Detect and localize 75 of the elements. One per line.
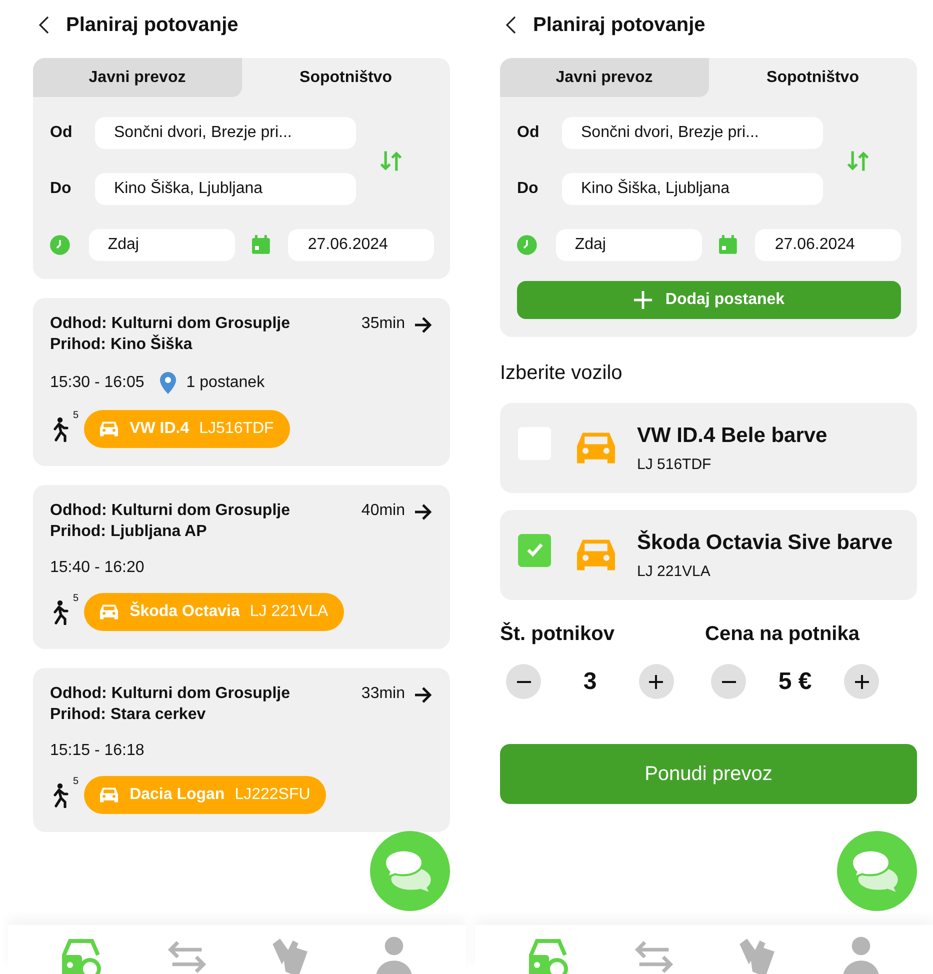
field-label: Do bbox=[50, 180, 72, 198]
stepper-label: Št. potnikov bbox=[500, 623, 616, 646]
clock-icon bbox=[517, 235, 537, 255]
input-field[interactable]: Sončni dvori, Brezje pri... bbox=[95, 117, 356, 149]
license-plate: LJ 221VLA bbox=[637, 562, 712, 580]
tab[interactable]: Javni prevoz bbox=[33, 58, 242, 97]
minus-button[interactable] bbox=[711, 664, 746, 699]
car-icon bbox=[98, 786, 120, 804]
field-label: Od bbox=[50, 124, 74, 142]
walk-count: 5 bbox=[73, 776, 79, 787]
license-plate: LJ 221VLA bbox=[250, 603, 328, 621]
arrow-right-icon[interactable] bbox=[413, 685, 433, 705]
minus-icon bbox=[516, 680, 530, 682]
vehicle-card[interactable]: VW ID.4 Bele barve LJ 516TDF bbox=[500, 403, 917, 493]
field-label: Do bbox=[517, 180, 540, 198]
calendar-icon bbox=[718, 235, 738, 255]
back-icon[interactable] bbox=[39, 16, 49, 34]
tab[interactable]: Javni prevoz bbox=[500, 58, 708, 97]
vehicle-name: Škoda Octavia Sive barve bbox=[637, 530, 893, 554]
input-field[interactable]: Kino Šiška, Ljubljana bbox=[95, 173, 356, 205]
arrival-text: Prihod: Stara cerkev bbox=[50, 706, 207, 724]
vehicle-name: VW ID.4 bbox=[130, 420, 190, 438]
stops-text: 1 postanek bbox=[186, 374, 265, 392]
plus-icon bbox=[633, 290, 654, 310]
plus-icon bbox=[648, 674, 664, 690]
date-field[interactable]: 27.06.2024 bbox=[288, 229, 434, 261]
time-field[interactable]: Zdaj bbox=[556, 229, 702, 261]
stepper-value: 5 € bbox=[778, 668, 812, 696]
walk-count: 5 bbox=[73, 593, 79, 604]
minus-icon bbox=[722, 680, 736, 682]
checkbox[interactable] bbox=[518, 534, 551, 566]
screen-title: Planiraj potovanje bbox=[533, 14, 706, 36]
field-label: Od bbox=[517, 124, 540, 142]
minus-button[interactable] bbox=[506, 664, 541, 699]
duration-text: 40min bbox=[361, 502, 405, 520]
clock-icon bbox=[50, 235, 70, 255]
vehicle-card[interactable]: Škoda Octavia Sive barve LJ 221VLA bbox=[500, 510, 917, 600]
license-plate: LJ 516TDF bbox=[637, 456, 712, 472]
vehicle-name: VW ID.4 Bele barve bbox=[637, 424, 828, 448]
date-field[interactable]: 27.06.2024 bbox=[754, 229, 901, 261]
duration-text: 35min bbox=[361, 315, 405, 333]
back-icon[interactable] bbox=[506, 16, 516, 34]
calendar-icon bbox=[250, 235, 271, 255]
arrival-text: Prihod: Ljubljana AP bbox=[50, 523, 208, 541]
car-icon bbox=[98, 420, 120, 438]
input-field[interactable]: Sončni dvori, Brezje pri... bbox=[562, 117, 823, 149]
section-heading: Izberite vozilo bbox=[500, 362, 624, 385]
vehicle-name: Škoda Octavia bbox=[130, 603, 240, 621]
input-field[interactable]: Kino Šiška, Ljubljana bbox=[562, 173, 823, 205]
time-range: 15:40 - 16:20 bbox=[50, 559, 144, 577]
license-plate: LJ222SFU bbox=[234, 786, 310, 804]
plus-button[interactable] bbox=[638, 664, 674, 699]
departure-text: Odhod: Kulturni dom Grosuplje bbox=[50, 315, 291, 333]
arrow-right-icon[interactable] bbox=[413, 502, 433, 522]
arrival-text: Prihod: Kino Šiška bbox=[50, 336, 194, 354]
screen-title: Planiraj potovanje bbox=[66, 14, 238, 36]
car-icon bbox=[98, 603, 120, 621]
vehicle-name: Dacia Logan bbox=[130, 786, 225, 804]
departure-text: Odhod: Kulturni dom Grosuplje bbox=[50, 685, 291, 703]
plus-icon bbox=[854, 674, 870, 690]
arrow-right-icon[interactable] bbox=[413, 315, 433, 335]
time-range: 15:30 - 16:05 bbox=[50, 374, 144, 392]
time-range: 15:15 - 16:18 bbox=[50, 742, 144, 760]
trip-card[interactable]: Odhod: Kulturni dom Grosuplje Prihod: Kino Šiška 35min 15:30 - 16:05 1 postanek 5 VW ID.4 LJ516TDF bbox=[33, 298, 450, 466]
duration-text: 33min bbox=[361, 685, 405, 703]
location-pin-icon bbox=[160, 372, 176, 394]
trip-card[interactable]: Odhod: Kulturni dom Grosuplje Prihod: Stara cerkev 33min 15:15 - 16:18 5 Dacia Logan LJ222SFU bbox=[33, 668, 450, 832]
time-field[interactable]: Zdaj bbox=[88, 229, 235, 261]
walk-count: 5 bbox=[73, 410, 79, 421]
plus-button[interactable] bbox=[844, 664, 879, 699]
stepper-label: Cena na potnika bbox=[705, 623, 861, 646]
stepper-value: 3 bbox=[583, 668, 597, 696]
trip-card[interactable]: Odhod: Kulturni dom Grosuplje Prihod: Ljubljana AP 40min 15:40 - 16:20 5 Škoda Octavia LJ 221VLA bbox=[33, 485, 450, 649]
departure-text: Odhod: Kulturni dom Grosuplje bbox=[50, 502, 291, 520]
license-plate: LJ516TDF bbox=[199, 420, 274, 438]
